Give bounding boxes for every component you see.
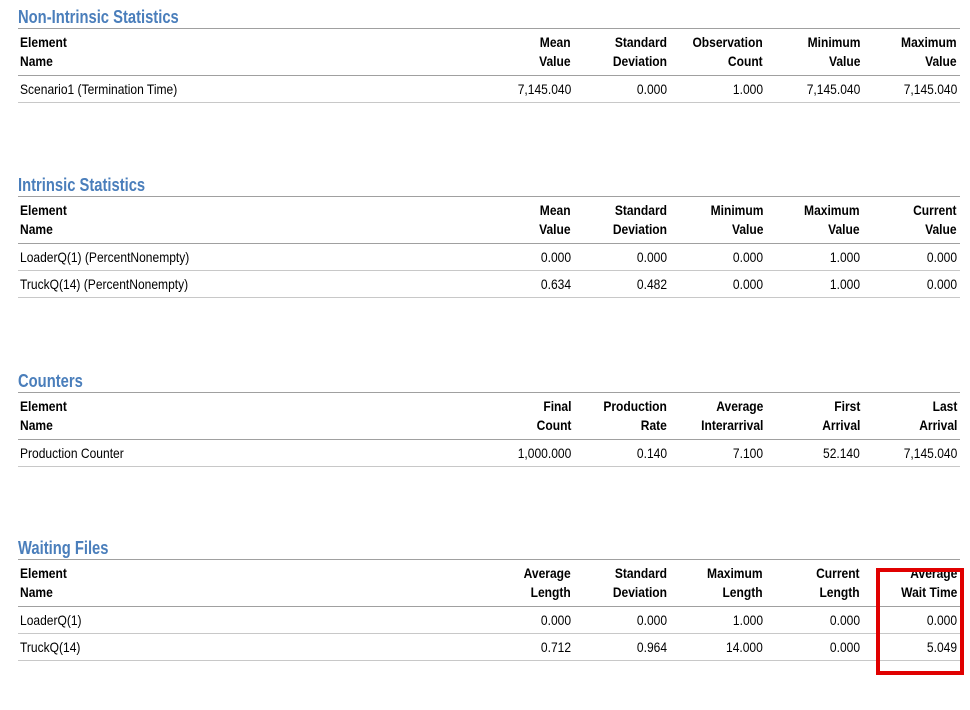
column-header: Mean Value	[539, 202, 571, 237]
cell-value: 0.000	[670, 270, 766, 298]
column-header: Maximum Value	[901, 34, 957, 69]
cell-value: 0.000	[670, 243, 766, 271]
section-title: Intrinsic Statistics	[18, 175, 146, 195]
cell-value: 0.000	[766, 633, 863, 661]
header-row: Element Name Mean Value Standard Deviation …	[18, 196, 960, 244]
cell-value: 7,145.040	[863, 75, 960, 103]
column-header: Element Name	[20, 34, 67, 69]
cell-value: 52.140	[766, 439, 863, 467]
cell-name: Scenario1 (Termination Time)	[18, 75, 454, 103]
table-row: Production Counter 1,000.000 0.140 7.100…	[18, 439, 960, 467]
column-header: First Arrival	[821, 398, 860, 433]
cell-value: 0.000	[574, 243, 670, 271]
column-header: Last Arrival	[918, 398, 957, 433]
cell-value: 0.000	[863, 243, 960, 271]
table-row: LoaderQ(1) (PercentNonempty) 0.000 0.000…	[18, 243, 960, 271]
section-counters: Counters Element Name Final Count Producti…	[18, 370, 960, 467]
table-row: Scenario1 (Termination Time) 7,145.040 0…	[18, 75, 960, 103]
column-header: Observation Count	[692, 34, 763, 69]
header-row: Element Name Average Length Standard Deviat…	[18, 559, 960, 607]
header-row: Element Name Final Count Production Rate Av…	[18, 392, 960, 440]
column-header: Current Value	[913, 202, 957, 237]
cell-value: 7,145.040	[863, 439, 960, 467]
cell-value: 0.000	[766, 606, 863, 634]
cell-value: 14.000	[670, 633, 766, 661]
cell-value: 1.000	[766, 243, 863, 271]
cell-value: 0.964	[574, 633, 670, 661]
cell-value: 1.000	[670, 606, 766, 634]
cell-value: 1.000	[670, 75, 766, 103]
section-title: Counters	[18, 371, 83, 391]
cell-name: TruckQ(14)	[18, 633, 454, 661]
cell-value: 0.482	[574, 270, 670, 298]
column-header: Final Count	[536, 398, 571, 433]
section-intrinsic-statistics: Intrinsic Statistics Element Name Mean Val…	[18, 174, 960, 298]
cell-name: LoaderQ(1)	[18, 606, 454, 634]
cell-value: 7,145.040	[454, 75, 574, 103]
section-title: Non-Intrinsic Statistics	[18, 7, 179, 27]
column-header: Average Length	[523, 565, 571, 600]
cell-value: 0.000	[574, 75, 670, 103]
section-waiting-files: Waiting Files Element Name Average Length …	[18, 537, 960, 661]
cell-value: 5.049	[863, 633, 960, 661]
cell-value: 0.634	[454, 270, 574, 298]
stats-table: Element Name Mean Value Standard Deviation …	[18, 196, 960, 298]
section-title: Waiting Files	[18, 538, 109, 558]
column-header: Minimum Value	[807, 34, 860, 69]
cell-value: 7.100	[670, 439, 766, 467]
column-header: Element Name	[20, 202, 67, 237]
cell-value: 0.712	[454, 633, 574, 661]
cell-value: 0.000	[454, 606, 574, 634]
cell-value: 7,145.040	[766, 75, 863, 103]
stats-table: Element Name Mean Value Standard Deviation …	[18, 28, 960, 103]
cell-value: 1.000	[766, 270, 863, 298]
column-header: Mean Value	[539, 34, 571, 69]
cell-value: 0.000	[454, 243, 574, 271]
column-header: Current Length	[816, 565, 860, 600]
column-header: Element Name	[20, 565, 67, 600]
cell-value: 0.000	[863, 270, 960, 298]
cell-value: 0.000	[863, 606, 960, 634]
stats-table: Element Name Final Count Production Rate Av…	[18, 392, 960, 467]
cell-value: 1,000.000	[454, 439, 574, 467]
column-header: Standard Deviation	[612, 202, 667, 237]
cell-value: 0.140	[574, 439, 670, 467]
table-row: LoaderQ(1) 0.000 0.000 1.000 0.000 0.000	[18, 606, 960, 634]
cell-name: Production Counter	[18, 439, 454, 467]
table-row: TruckQ(14) 0.712 0.964 14.000 0.000 5.04…	[18, 633, 960, 661]
cell-name: LoaderQ(1) (PercentNonempty)	[18, 243, 454, 271]
column-header: Element Name	[20, 398, 67, 433]
header-row: Element Name Mean Value Standard Deviation …	[18, 28, 960, 76]
cell-value: 0.000	[574, 606, 670, 634]
column-header: Production Rate	[603, 398, 667, 433]
column-header: Average Interarrival	[700, 398, 763, 433]
column-header: Minimum Value	[710, 202, 763, 237]
column-header: Maximum Length	[707, 565, 763, 600]
stats-table: Element Name Average Length Standard Deviat…	[18, 559, 960, 661]
section-non-intrinsic-statistics: Non-Intrinsic Statistics Element Name Mea…	[18, 6, 960, 103]
cell-name: TruckQ(14) (PercentNonempty)	[18, 270, 454, 298]
column-header: Average Wait Time	[900, 565, 957, 600]
column-header: Maximum Value	[804, 202, 860, 237]
table-row: TruckQ(14) (PercentNonempty) 0.634 0.482…	[18, 270, 960, 298]
column-header: Standard Deviation	[612, 34, 667, 69]
column-header: Standard Deviation	[612, 565, 667, 600]
